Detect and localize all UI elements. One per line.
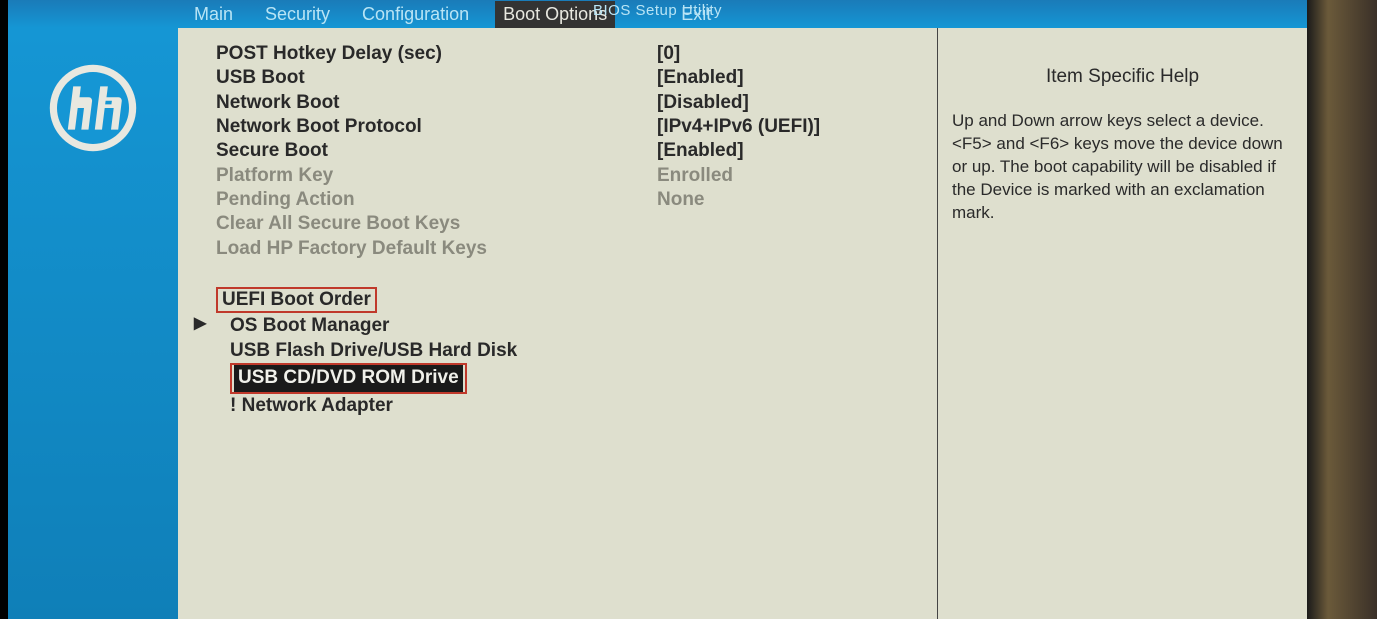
boot-item-os-boot-manager[interactable]: ▶ OS Boot Manager: [230, 314, 647, 339]
value-network-boot: [Disabled]: [657, 91, 927, 115]
value-usb-boot: [Enabled]: [657, 66, 927, 90]
boot-item-label: USB Flash Drive/USB Hard Disk: [230, 340, 517, 361]
utility-title: BIOS Setup Utility: [593, 2, 722, 19]
tab-configuration[interactable]: Configuration: [356, 1, 475, 28]
boot-item-network-adapter[interactable]: ! Network Adapter: [230, 394, 647, 419]
boot-item-label: ! Network Adapter: [230, 395, 393, 416]
value-platform-key: Enrolled: [657, 164, 927, 188]
setting-post-hotkey-delay[interactable]: POST Hotkey Delay (sec): [216, 42, 647, 66]
setting-platform-key: Platform Key: [216, 164, 647, 188]
help-title: Item Specific Help: [952, 66, 1293, 88]
settings-column: POST Hotkey Delay (sec) USB Boot Network…: [178, 28, 657, 619]
uefi-boot-order-header: UEFI Boot Order: [216, 287, 377, 313]
logo-sidebar: [8, 28, 178, 619]
setting-secure-boot[interactable]: Secure Boot: [216, 139, 647, 163]
tab-security[interactable]: Security: [259, 1, 336, 28]
value-pending-action: None: [657, 188, 927, 212]
setting-load-hp-default-keys: Load HP Factory Default Keys: [216, 237, 647, 261]
setting-usb-boot[interactable]: USB Boot: [216, 66, 647, 90]
boot-item-usb-cd-dvd[interactable]: USB CD/DVD ROM Drive: [230, 363, 467, 394]
values-column: [0] [Enabled] [Disabled] [IPv4+IPv6 (UEF…: [657, 28, 937, 619]
hp-logo-icon: [48, 63, 138, 153]
bios-header: BIOS Setup Utility Main Security Configu…: [8, 0, 1307, 28]
setting-network-boot-protocol[interactable]: Network Boot Protocol: [216, 115, 647, 139]
value-post-hotkey-delay: [0]: [657, 42, 927, 66]
setting-network-boot[interactable]: Network Boot: [216, 91, 647, 115]
triangle-marker-icon: ▶: [194, 314, 206, 335]
boot-item-label: OS Boot Manager: [230, 315, 389, 336]
boot-item-label: USB CD/DVD ROM Drive: [234, 365, 463, 392]
help-body: Up and Down arrow keys select a device. …: [952, 110, 1293, 225]
help-panel: Item Specific Help Up and Down arrow key…: [937, 28, 1307, 619]
setting-pending-action: Pending Action: [216, 188, 647, 212]
value-secure-boot: [Enabled]: [657, 139, 927, 163]
tab-main[interactable]: Main: [188, 1, 239, 28]
value-network-boot-protocol: [IPv4+IPv6 (UEFI)]: [657, 115, 927, 139]
setting-clear-secure-boot-keys: Clear All Secure Boot Keys: [216, 212, 647, 236]
boot-item-usb-flash[interactable]: USB Flash Drive/USB Hard Disk: [230, 339, 647, 364]
